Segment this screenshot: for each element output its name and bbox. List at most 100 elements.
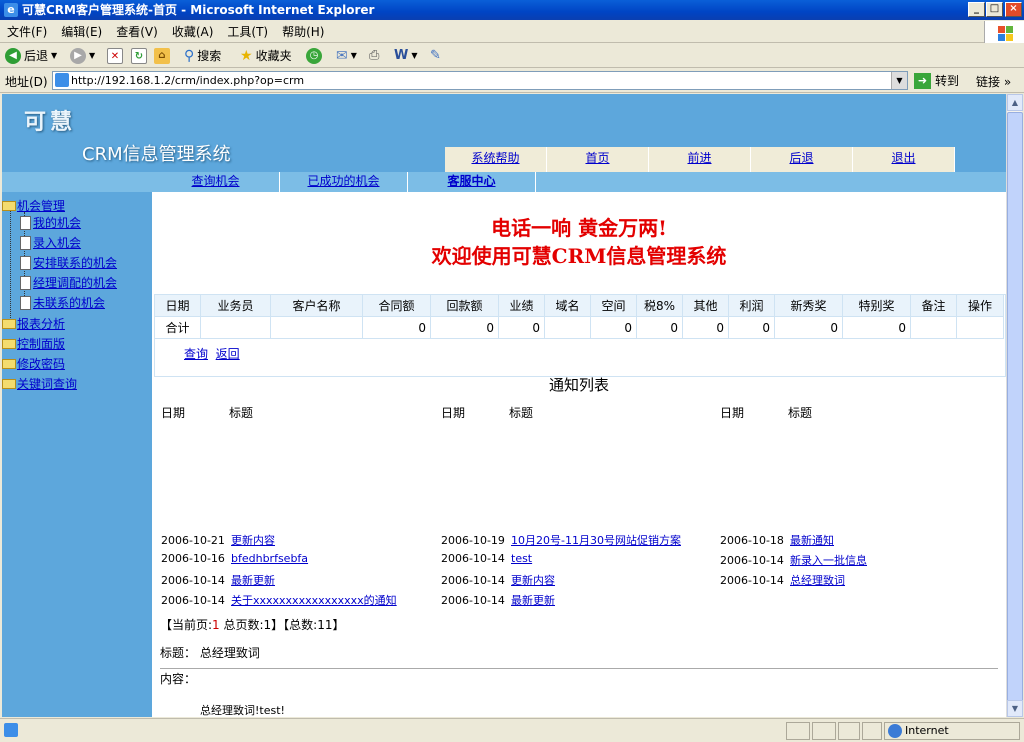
word-icon: W	[394, 48, 409, 63]
chevron-down-icon: ▼	[411, 51, 418, 60]
sidebar-item-password[interactable]: 修改密码	[2, 355, 65, 372]
title-bar: e 可慧CRM客户管理系统-首页 - Microsoft Internet Ex…	[0, 0, 1024, 20]
pager: 【当前页:1 总页数:1】【总数:11】	[160, 616, 345, 633]
table-cell: 0	[362, 316, 431, 339]
refresh-button[interactable]: ↻	[131, 47, 147, 65]
notice-link[interactable]: 10月20号-11月30号网站促销方案	[511, 534, 681, 547]
menu-file[interactable]: 文件(F)	[0, 21, 54, 43]
chevron-down-icon: ▼	[51, 51, 58, 60]
nav-help[interactable]: 系统帮助	[445, 147, 547, 172]
scroll-down-icon[interactable]: ▼	[1007, 700, 1023, 717]
scroll-up-icon[interactable]: ▲	[1007, 94, 1023, 111]
go-button[interactable]: ➜ 转到	[914, 72, 959, 89]
sidebar-item-manager[interactable]: 经理调配的机会	[20, 274, 117, 291]
stop-button[interactable]: ✕	[107, 47, 123, 65]
messenger-button[interactable]: ✎	[430, 47, 441, 65]
history-button[interactable]: ◷	[306, 47, 322, 65]
th-space: 空间	[590, 294, 637, 317]
table-header-row: 日期 业务员 客户名称 合同额 回款额 业绩 域名 空间 税8% 其他 利润 新…	[154, 294, 1004, 317]
maximize-button[interactable]: □	[986, 2, 1003, 17]
close-button[interactable]: ×	[1005, 2, 1022, 17]
table-cell	[956, 316, 1004, 339]
notice-link[interactable]: 更新内容	[511, 574, 555, 587]
forward-arrow-icon: ▶	[70, 48, 86, 64]
notice-date: 2006-10-14	[441, 552, 505, 565]
nav-back[interactable]: 后退	[751, 147, 853, 172]
notice-header: 日期 标题	[720, 404, 812, 421]
sidebar-item-uncontacted[interactable]: 未联系的机会	[20, 294, 105, 311]
page-header: 可慧 CRM信息管理系统 系统帮助 首页 前进 后退 退出	[2, 94, 1006, 172]
sidebar-label: 修改密码	[17, 357, 66, 371]
nav-home[interactable]: 首页	[547, 147, 649, 172]
menu-favorites[interactable]: 收藏(A)	[165, 21, 221, 43]
table-cell: 0	[590, 316, 637, 339]
sidebar-item-keyword[interactable]: 关键词查询	[2, 375, 77, 392]
notice-link[interactable]: 最新更新	[231, 574, 275, 587]
sidebar-item-add[interactable]: 录入机会	[20, 234, 81, 251]
notice-item: 2006-10-19 10月20号-11月30号网站促销方案	[441, 532, 681, 548]
ie-icon: e	[4, 3, 18, 17]
edit-button[interactable]: W ▼	[394, 47, 418, 65]
address-input[interactable]: http://192.168.1.2/crm/index.php?op=crm …	[52, 71, 908, 90]
sidebar-item-control[interactable]: 控制面版	[2, 335, 65, 352]
mail-icon: ✉	[336, 48, 348, 64]
th-performance: 业绩	[498, 294, 545, 317]
subnav-query-opportunity[interactable]: 查询机会	[152, 172, 280, 192]
menu-tools[interactable]: 工具(T)	[220, 21, 275, 43]
page-status-icon	[4, 723, 18, 737]
folder-icon	[2, 200, 16, 211]
notice-col-title: 标题	[509, 406, 534, 420]
notice-col-title: 标题	[788, 406, 813, 420]
scroll-thumb[interactable]	[1007, 112, 1023, 702]
page-content: 可慧 CRM信息管理系统 系统帮助 首页 前进 后退 退出 查询机会 已成功的机…	[2, 94, 1006, 717]
notice-link[interactable]: bfedhbrfsebfa	[231, 552, 308, 565]
vertical-scrollbar[interactable]: ▲ ▼	[1006, 94, 1023, 717]
nav-forward[interactable]: 前进	[649, 147, 751, 172]
query-link[interactable]: 查询	[184, 347, 208, 361]
notice-link[interactable]: 新录入一批信息	[790, 554, 867, 567]
th-remark: 备注	[910, 294, 957, 317]
menu-view[interactable]: 查看(V)	[109, 21, 165, 43]
notice-link[interactable]: 最新更新	[511, 594, 555, 607]
table-cell: 0	[774, 316, 843, 339]
nav-logout[interactable]: 退出	[853, 147, 955, 172]
sidebar-item-my[interactable]: 我的机会	[20, 214, 81, 231]
pager-current-page: 1	[212, 618, 220, 632]
sidebar-item-scheduled[interactable]: 安排联系的机会	[20, 254, 117, 271]
mail-button[interactable]: ✉ ▼	[336, 47, 357, 65]
search-button[interactable]: ⚲ 搜索	[184, 47, 221, 65]
links-button[interactable]: 链接 »	[976, 73, 1011, 90]
notice-col-date: 日期	[161, 406, 186, 420]
notice-link[interactable]: 最新通知	[790, 534, 834, 547]
notice-link[interactable]: test	[511, 552, 532, 565]
favorites-label: 收藏夹	[255, 49, 292, 63]
notice-item: 2006-10-14 总经理致词	[720, 572, 845, 588]
notice-link[interactable]: 总经理致词	[790, 574, 845, 587]
notice-link[interactable]: 关于xxxxxxxxxxxxxxxxx的通知	[231, 594, 397, 607]
address-bar: 地址(D) http://192.168.1.2/crm/index.php?o…	[0, 69, 1024, 93]
go-arrow-icon: ➜	[914, 72, 931, 89]
notice-item: 2006-10-14 最新更新	[161, 572, 275, 588]
main-area: 电话一响 黄金万两! 欢迎使用可慧CRM信息管理系统 日期 业务员 客户名称 合…	[152, 192, 1006, 717]
sidebar-label: 控制面版	[17, 337, 66, 351]
forward-button[interactable]: ▶ ▼	[70, 47, 95, 65]
menu-edit[interactable]: 编辑(E)	[54, 21, 109, 43]
notice-header: 日期 标题	[161, 404, 253, 421]
print-button[interactable]: ⎙	[369, 47, 379, 65]
subnav-successful-opportunity[interactable]: 已成功的机会	[280, 172, 408, 192]
back-link[interactable]: 返回	[216, 347, 240, 361]
address-dropdown-icon[interactable]: ▼	[891, 72, 907, 89]
subnav-service-center[interactable]: 客服中心	[408, 172, 536, 192]
sidebar-item-reports[interactable]: 报表分析	[2, 315, 65, 332]
menu-help[interactable]: 帮助(H)	[275, 21, 331, 43]
favorites-button[interactable]: ★ 收藏夹	[240, 47, 292, 65]
notice-item: 2006-10-18 最新通知	[720, 532, 834, 548]
th-payment: 回款额	[430, 294, 499, 317]
home-button[interactable]: ⌂	[154, 47, 170, 65]
notice-link[interactable]: 更新内容	[231, 534, 275, 547]
table-cell: 0	[682, 316, 729, 339]
minimize-button[interactable]: _	[968, 2, 985, 17]
sidebar-item-opportunity[interactable]: 机会管理	[2, 197, 65, 214]
table-cell: 0	[430, 316, 499, 339]
back-button[interactable]: ◀ 后退 ▼	[5, 47, 57, 65]
